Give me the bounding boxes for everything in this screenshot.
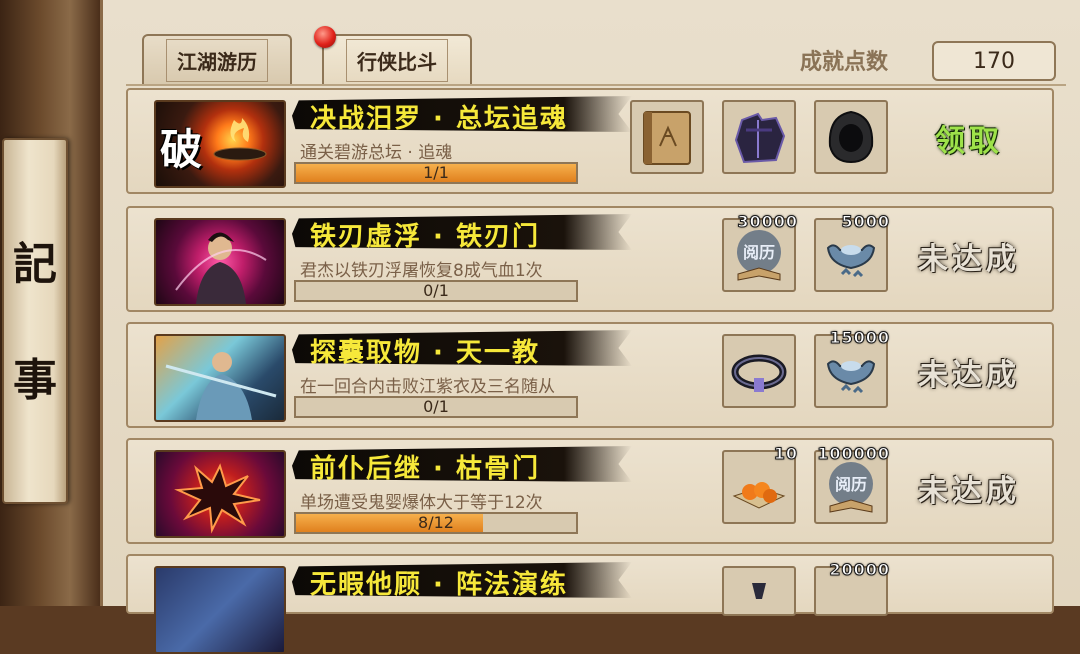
swordsman-portrait-icon (175, 232, 267, 304)
reward-slot[interactable]: 阅历 100000 (814, 444, 890, 524)
progress-bar: 1/1 (294, 162, 578, 184)
reward-quantity: 100000 (817, 444, 890, 464)
reward-slot[interactable] (722, 100, 796, 174)
progress-text: 1/1 (423, 163, 449, 182)
reward-slot[interactable] (722, 566, 796, 616)
journal-scroll-tab[interactable]: 記 事 (2, 138, 68, 504)
tab-label: 行侠比斗 (346, 38, 448, 82)
tab-label: 江湖游历 (166, 38, 268, 82)
claim-button[interactable]: 未达成 (914, 466, 1024, 510)
reward-slot[interactable] (630, 100, 704, 174)
achievement-title: 前仆后继 · 枯骨门 (310, 454, 540, 484)
achievement-points-label: 成就点数 (800, 50, 889, 75)
svg-text:阅历: 阅历 (743, 243, 775, 262)
achievement-portrait (154, 218, 286, 306)
reward-quantity: 15000 (829, 328, 890, 348)
belt-icon (731, 354, 787, 392)
break-badge: 破 (160, 125, 203, 174)
reward-slot[interactable] (814, 100, 888, 174)
achievement-portrait (154, 334, 286, 422)
svg-text:阅历: 阅历 (835, 475, 867, 494)
progress-bar: 8/12 (294, 512, 578, 534)
claim-button[interactable]: 未达成 (914, 234, 1024, 278)
fighter-portrait-icon (165, 352, 277, 420)
oranges-icon (732, 482, 786, 509)
tab-divider (126, 84, 1066, 86)
reward-quantity: 10 (773, 444, 798, 464)
silver-ingot-icon (826, 244, 876, 278)
progress-text: 0/1 (423, 397, 449, 416)
reward-quantity: 20000 (829, 560, 890, 580)
scroll-icon (752, 583, 766, 599)
achievement-description: 君杰以铁刃浮屠恢复8成气血1次 (300, 261, 543, 281)
reward-slot[interactable]: 5000 (814, 212, 890, 292)
achievement-description: 通关碧游总坛 · 追魂 (300, 143, 453, 163)
claim-button[interactable]: 未达成 (914, 350, 1024, 394)
achievement-row: 无暇他顾 · 阵法演练 20000 (126, 554, 1054, 654)
notification-dot (314, 26, 336, 48)
reward-slot[interactable]: 15000 (814, 328, 890, 408)
reward-quantity: 5000 (841, 212, 890, 232)
reward-slot[interactable]: 10 (722, 444, 797, 524)
achievement-title: 无暇他顾 · 阵法演练 (310, 570, 568, 600)
progress-text: 0/1 (423, 281, 449, 300)
achievement-description: 在一回合内击败江紫衣及三名随从 (300, 377, 555, 397)
achievement-description: 单场遭受鬼婴爆体大于等于12次 (300, 493, 543, 513)
experience-book-icon: 阅历 (737, 230, 781, 281)
journal-char-1: 記 (13, 239, 57, 290)
progress-bar: 0/1 (294, 396, 578, 418)
progress-bar: 0/1 (294, 280, 578, 302)
reward-slot[interactable]: 阅历 30000 (722, 212, 798, 292)
progress-text: 8/12 (418, 513, 454, 532)
reward-slot[interactable]: 20000 (814, 560, 890, 616)
silver-ingot-icon (826, 360, 876, 394)
achievement-row: 前仆后继 · 枯骨门 单场遭受鬼婴爆体大于等于12次 8/12 10 阅历 10… (126, 438, 1054, 544)
achievement-row: 铁刃虚浮 · 铁刃门 君杰以铁刃浮屠恢复8成气血1次 0/1 阅历 30000 … (126, 206, 1054, 312)
hood-icon (828, 110, 874, 164)
book-icon (643, 111, 691, 165)
achievement-points-value: 170 (932, 41, 1056, 81)
reward-slot[interactable] (722, 334, 796, 408)
achievement-portrait (154, 566, 286, 654)
reward-quantity: 30000 (737, 212, 798, 232)
achievement-title: 探囊取物 · 天一教 (310, 338, 540, 368)
achievement-row: 破 决战汨罗 · 总坛追魂 通关碧游总坛 · 追魂 1/1 领取 (126, 88, 1054, 194)
claim-button[interactable]: 领取 (914, 116, 1024, 160)
achievement-title: 铁刃虚浮 · 铁刃门 (310, 222, 540, 252)
achievement-title: 决战汨罗 · 总坛追魂 (310, 104, 568, 134)
experience-book-icon: 阅历 (829, 462, 873, 513)
achievement-portrait: 破 (154, 100, 286, 188)
armor-icon (734, 112, 786, 164)
tab-jianghu-travel[interactable]: 江湖游历 (142, 34, 292, 84)
achievement-row: 探囊取物 · 天一教 在一回合内击败江紫衣及三名随从 0/1 15000 未达成 (126, 322, 1054, 428)
explosion-icon (174, 463, 261, 534)
journal-char-2: 事 (13, 355, 57, 406)
achievement-portrait (154, 450, 286, 538)
tab-duel[interactable]: 行侠比斗 (322, 34, 472, 84)
